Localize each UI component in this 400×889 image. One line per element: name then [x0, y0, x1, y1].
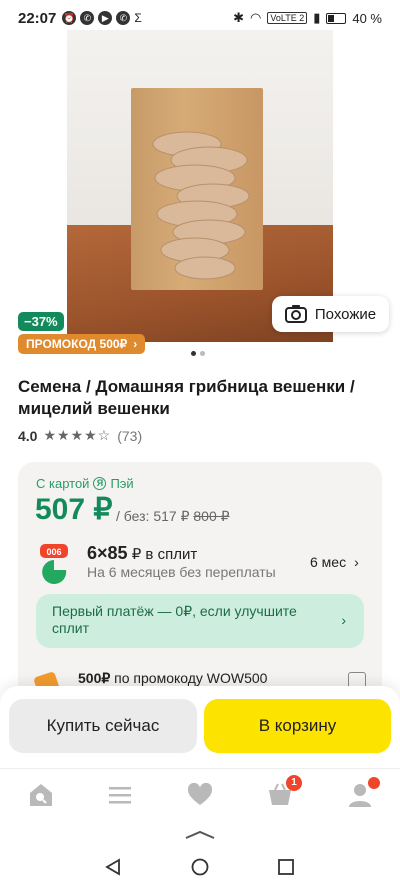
nav-catalog[interactable] [106, 781, 134, 809]
battery-icon [326, 12, 347, 24]
bluetooth-icon: ✱ [233, 10, 244, 25]
system-navigation [0, 846, 400, 889]
pay-brand: Пэй [110, 476, 134, 491]
product-title: Семена / Домашняя грибница вешенки / миц… [18, 377, 355, 418]
price-without-label: / без: 517 ₽ [116, 508, 190, 524]
nav-home[interactable] [27, 781, 55, 809]
split-subtitle: На 6 месяцев без переплаты [87, 564, 276, 580]
home-icon [30, 784, 52, 806]
nav-cart[interactable]: 1 [266, 775, 302, 809]
price-without-card: / без: 517 ₽ 800 ₽ [116, 508, 230, 525]
nav-profile[interactable] [346, 777, 380, 809]
notification-icons: ⏰ ✆ ▶ ✆ Σ [62, 11, 142, 25]
whatsapp-icon: ✆ [80, 11, 95, 25]
swipe-up-handle[interactable] [184, 830, 216, 840]
wifi-icon: ◠ [250, 10, 262, 25]
camera-search-icon [284, 305, 307, 323]
similar-label: Похожие [314, 305, 377, 323]
split-banner[interactable]: Первый платёж — 0₽, если улучшите сплит … [36, 594, 364, 648]
home-button-icon[interactable] [191, 858, 209, 876]
split-icon-label: 006 [46, 547, 61, 557]
promo-amount: 500₽ [78, 670, 111, 686]
chevron-right-icon: › [354, 554, 359, 570]
heart-icon [187, 782, 213, 805]
buy-now-button[interactable]: Купить сейчас [9, 699, 197, 753]
old-price: 800 ₽ [193, 508, 230, 524]
similar-button[interactable]: Похожие [272, 296, 389, 332]
chevron-right-icon: › [341, 612, 346, 628]
back-icon[interactable] [104, 858, 122, 876]
yandex-pay-icon: Я [93, 477, 107, 490]
nav-favorites[interactable] [186, 781, 214, 809]
card-label: С картой Я Пэй [36, 476, 134, 491]
youtube-icon: ▶ [98, 11, 113, 25]
cart-count-badge: 1 [286, 775, 302, 791]
notification-dot [368, 777, 380, 789]
split-banner-text: Первый платёж — 0₽, если улучшите сплит [52, 603, 297, 636]
menu-icon [109, 787, 131, 804]
promo-badge[interactable]: ПРОМОКОД 500₽ › [18, 334, 146, 354]
discount-badge: −37% [18, 312, 64, 331]
split-months-selector[interactable]: 6 мес › [310, 554, 359, 570]
action-bar: Купить сейчас В корзину [0, 686, 400, 768]
add-to-cart-button[interactable]: В корзину [204, 699, 391, 753]
rating-value: 4.0 [18, 427, 38, 444]
promo-text: 500₽ по промокоду WOW500 [78, 670, 267, 687]
whatsapp-icon: ✆ [116, 11, 131, 25]
rating-row[interactable]: 4.0 ★★★★☆ (73) [18, 427, 142, 444]
pagination-dot-active [191, 351, 196, 356]
split-icon: 006 [40, 544, 68, 584]
price-card: С картой Я Пэй 507 ₽ / без: 517 ₽ 800 ₽ … [18, 462, 382, 702]
price-main: 507 ₽ [35, 493, 113, 526]
image-mushrooms [152, 131, 250, 280]
split-count: 6×85 [87, 543, 128, 563]
pagination-dot [200, 351, 205, 356]
volte-icon: VoLTE 2 [267, 12, 308, 24]
split-months-label: 6 мес [310, 554, 347, 570]
split-title[interactable]: 6×85 ₽ в сплит [87, 543, 197, 564]
promo-badge-label: ПРОМОКОД 500₽ [26, 337, 128, 351]
split-suffix: ₽ в сплит [131, 546, 198, 563]
chevron-right-icon: › [133, 337, 138, 351]
status-right: ✱ ◠ VoLTE 2 ▮ 40 % [233, 10, 382, 26]
image-pagination [191, 351, 205, 356]
battery-percent: 40 % [352, 10, 382, 26]
signal-icon: ▮ [313, 10, 321, 25]
bottom-nav: 1 [0, 768, 400, 824]
recents-icon[interactable] [277, 858, 295, 876]
status-time: 22:07 [18, 9, 57, 27]
alarm-icon: ⏰ [62, 11, 77, 25]
promo-code-text: по промокоду WOW500 [114, 670, 268, 686]
star-rating-icon: ★★★★☆ [43, 427, 112, 443]
sigma-icon: Σ [134, 11, 142, 25]
review-count: (73) [117, 427, 143, 444]
card-label-text: С картой [36, 476, 90, 491]
